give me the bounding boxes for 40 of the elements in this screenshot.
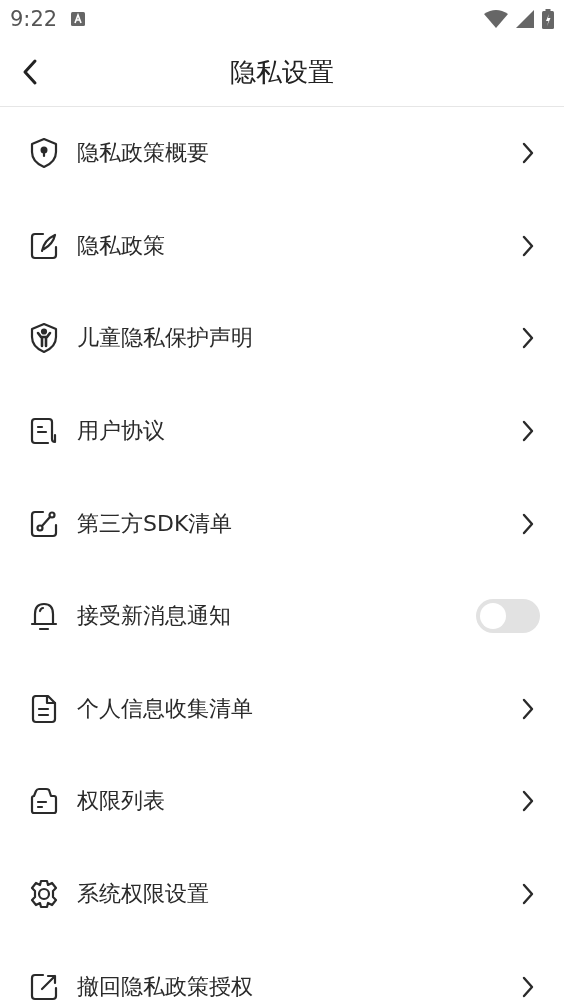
chevron-right-icon xyxy=(522,142,534,165)
shield-keyhole-icon xyxy=(28,137,60,170)
wifi-icon xyxy=(484,10,508,28)
item-label: 第三方SDK清单 xyxy=(77,509,234,538)
chevron-right-icon xyxy=(522,883,534,906)
settings-item[interactable]: 儿童隐私保护声明 xyxy=(0,292,564,385)
battery-icon xyxy=(542,9,554,29)
settings-item[interactable]: 接受新消息通知 xyxy=(0,569,564,663)
shield-child-icon xyxy=(28,322,60,355)
settings-item[interactable]: 用户协议 xyxy=(0,384,564,478)
status-time: 9:22 xyxy=(10,7,58,31)
settings-item[interactable]: 撤回隐私政策授权 xyxy=(0,940,564,1004)
item-label: 隐私政策 xyxy=(77,231,166,260)
bell-icon xyxy=(28,600,60,633)
chevron-right-icon xyxy=(522,512,534,535)
chevron-right-icon xyxy=(522,975,534,998)
item-label: 系统权限设置 xyxy=(77,880,210,909)
signal-icon xyxy=(516,10,534,28)
chevron-right-icon xyxy=(522,697,534,720)
toggle-switch[interactable] xyxy=(476,599,540,634)
chevron-right-icon xyxy=(522,790,534,813)
item-label: 儿童隐私保护声明 xyxy=(77,324,254,353)
chevron-right-icon xyxy=(522,420,534,443)
item-label: 个人信息收集清单 xyxy=(77,694,254,723)
chevron-right-icon xyxy=(522,327,534,350)
item-label: 接受新消息通知 xyxy=(77,602,232,631)
page-title: 隐私设置 xyxy=(230,55,334,89)
item-label: 权限列表 xyxy=(77,787,166,816)
item-label: 用户协议 xyxy=(77,417,166,446)
gear-icon xyxy=(28,878,60,911)
settings-item[interactable]: 权限列表 xyxy=(0,755,564,848)
item-label: 撤回隐私政策授权 xyxy=(77,972,254,1001)
item-label: 隐私政策概要 xyxy=(77,139,210,168)
settings-item[interactable]: 隐私政策概要 xyxy=(0,107,564,200)
settings-item[interactable]: 系统权限设置 xyxy=(0,847,564,941)
keyboard-icon xyxy=(71,12,86,26)
settings-item[interactable]: 个人信息收集清单 xyxy=(0,662,564,756)
settings-item[interactable]: 隐私政策 xyxy=(0,199,564,293)
settings-item[interactable]: 第三方SDK清单 xyxy=(0,477,564,570)
chevron-right-icon xyxy=(522,234,534,257)
